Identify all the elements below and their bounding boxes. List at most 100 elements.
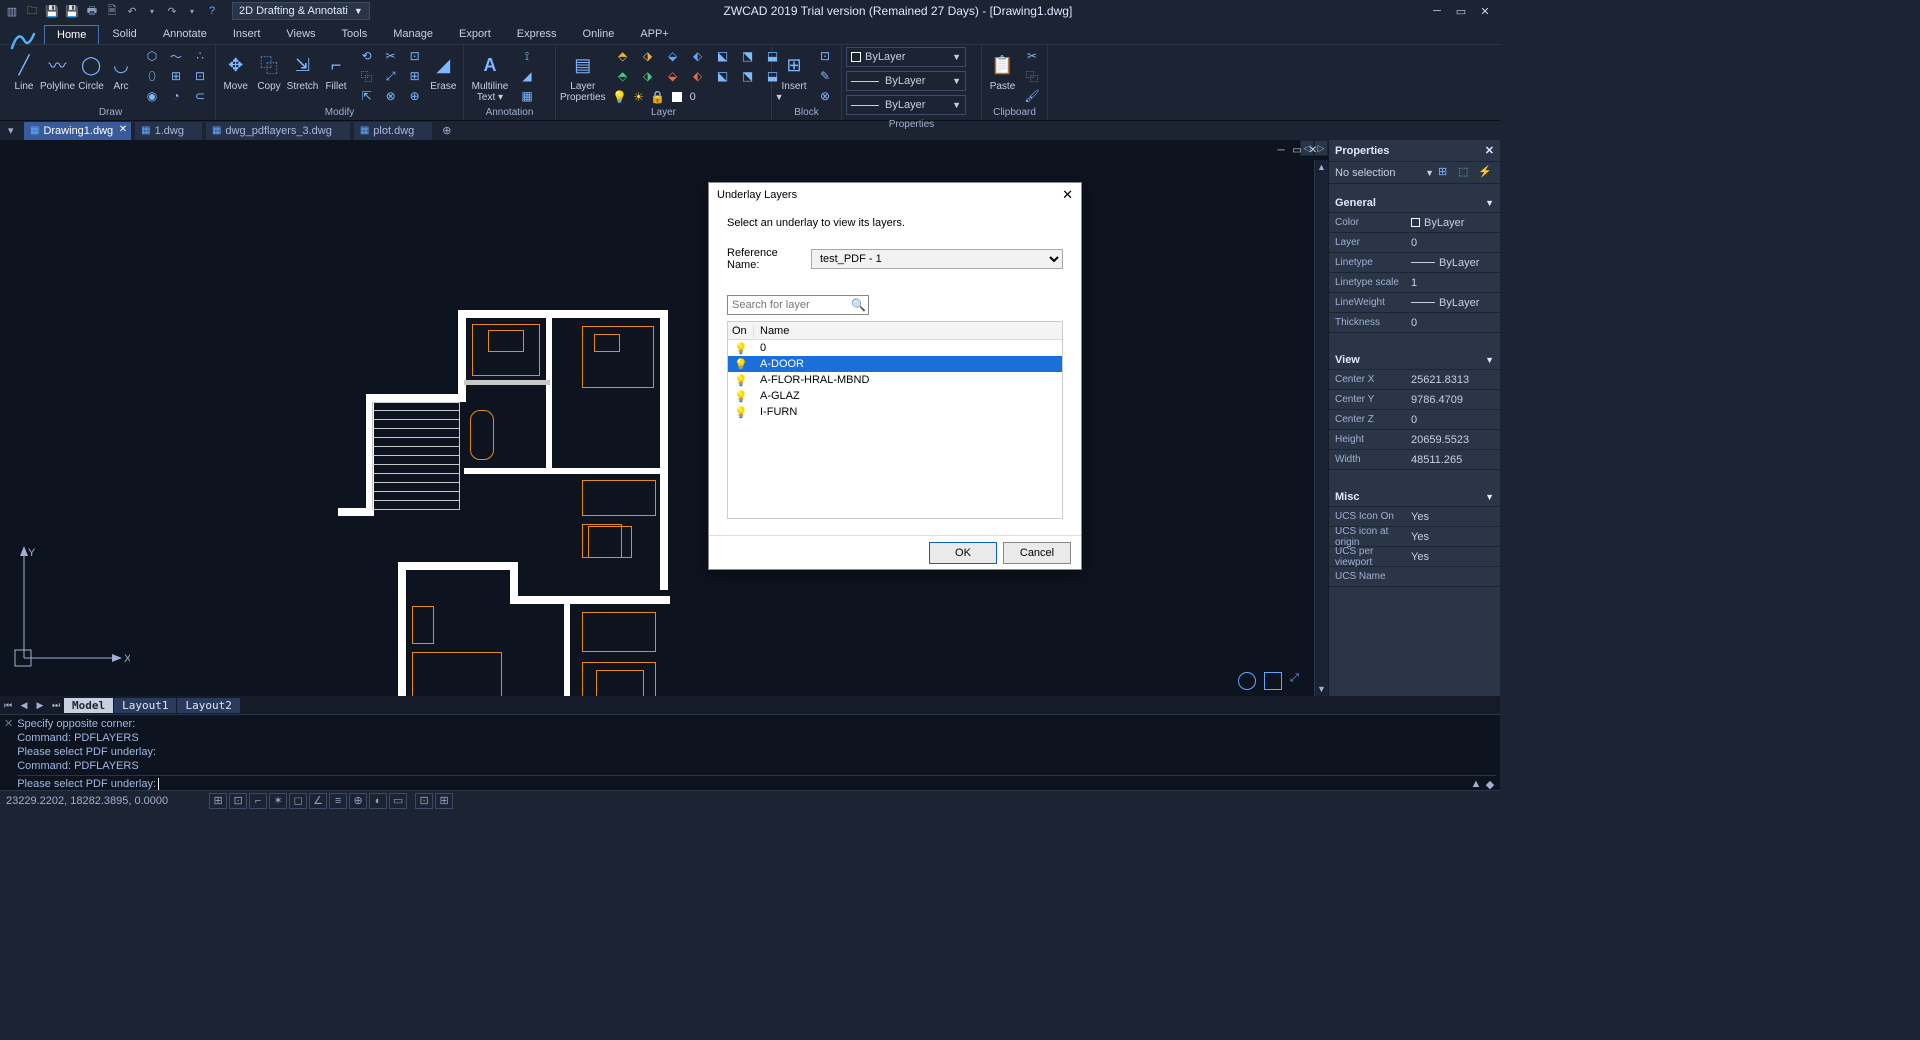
modify-small-2[interactable]: ✂ [380,47,402,65]
doc-tab[interactable]: ▦1.dwg [135,122,202,140]
status-lwt[interactable]: ≡ [329,793,347,809]
property-row[interactable]: UCS per viewportYes [1329,547,1500,567]
stretch-button[interactable]: ⇲Stretch [287,47,319,103]
layout-tab-layout1[interactable]: Layout1 [114,698,176,713]
tab-app+[interactable]: APP+ [627,24,681,44]
qat-saveas-icon[interactable]: 💾 [64,3,80,19]
layout-first[interactable]: ⏮ [0,697,16,713]
dialog-close[interactable]: ✕ [1062,187,1073,203]
tab-annotate[interactable]: Annotate [150,24,220,44]
status-ortho[interactable]: ⌐ [249,793,267,809]
anno-small-3[interactable]: ▦ [516,87,538,105]
qat-save-icon[interactable]: 💾 [44,3,60,19]
tab-express[interactable]: Express [504,24,570,44]
status-snap[interactable]: ⊡ [229,793,247,809]
draw-small-6[interactable]: ⊡ [189,67,211,85]
arc-button[interactable]: ◡Arc [107,47,135,103]
lightbulb-icon[interactable]: 💡 [728,390,754,403]
qat-undo-dd-icon[interactable]: ▾ [144,3,160,19]
tab-export[interactable]: Export [446,24,504,44]
draw-small-8[interactable]: ◔ [165,87,187,105]
qat-undo-icon[interactable]: ↶ [124,3,140,19]
color-combo[interactable]: ByLayer▼ [846,47,966,67]
qat-preview-icon[interactable]: 🗎 [104,3,120,19]
mtext-button[interactable]: AMultilineText ▾ [468,47,512,103]
draw-small-5[interactable]: ⊞ [165,67,187,85]
anno-small-2[interactable]: ◢ [516,67,538,85]
modify-small-5[interactable]: ⤢ [380,67,402,85]
layer-list[interactable]: OnName 💡0💡A-DOOR💡A-FLOR-HRAL-MBND💡A-GLAZ… [727,321,1063,519]
minimize-button[interactable]: ─ [1426,2,1448,20]
layer-s13[interactable]: ⬔ [737,67,759,85]
linetype-combo[interactable]: ByLayer▼ [846,71,966,91]
qat-redo-icon[interactable]: ↷ [164,3,180,19]
insert-button[interactable]: ⊞Insert [776,47,812,103]
lineweight-combo[interactable]: ByLayer▼ [846,95,966,115]
draw-small-9[interactable]: ⊂ [189,87,211,105]
workspace-dropdown[interactable]: 2D Drafting & Annotati ▼ [232,2,370,20]
qat-new-icon[interactable]: ▥ [4,3,20,19]
modify-small-8[interactable]: ⊗ [380,87,402,105]
doc-tab[interactable]: ▦plot.dwg [354,122,432,140]
draw-small-7[interactable]: ◉ [141,87,163,105]
modify-small-4[interactable]: ⿻ [356,67,378,85]
property-row[interactable]: LineWeightByLayer [1329,293,1500,313]
tab-insert[interactable]: Insert [220,24,274,44]
doc-tab[interactable]: ▦Drawing1.dwg✕ [24,122,131,140]
block-s2[interactable]: ✎ [814,67,836,85]
lightbulb-icon[interactable]: 💡 [728,374,754,387]
layer-s10[interactable]: ⬙ [662,67,684,85]
app-logo[interactable] [4,22,40,58]
layer-s3[interactable]: ⬙ [662,47,684,65]
layer-s8[interactable]: ⬘ [612,67,634,85]
block-s1[interactable]: ⊡ [814,47,836,65]
layer-s1[interactable]: ⬘ [612,47,634,65]
qat-plot-icon[interactable]: 🖶 [84,3,100,19]
layout-prev[interactable]: ◀ [16,697,32,713]
search-icon[interactable]: 🔍 [851,298,866,312]
command-window[interactable]: ✕ Specify opposite corner:Command: PDFLA… [0,714,1500,790]
navigation-controls[interactable]: ⤢ [1238,672,1308,690]
property-row[interactable]: Height20659.5523 [1329,430,1500,450]
circle-button[interactable]: ◯Circle [77,47,105,103]
doc-restore[interactable]: ▭ [1290,144,1304,156]
layer-search-input[interactable] [727,295,869,315]
property-row[interactable]: UCS icon at originYes [1329,527,1500,547]
doc-minimize[interactable]: ─ [1274,144,1288,156]
property-row[interactable]: UCS Name [1329,567,1500,587]
status-cycle[interactable]: ◐ [369,793,387,809]
tab-tools[interactable]: Tools [329,24,381,44]
status-grid[interactable]: ⊞ [209,793,227,809]
status-dyn[interactable]: ⊕ [349,793,367,809]
maximize-button[interactable]: ▭ [1450,2,1472,20]
lightbulb-icon[interactable]: 💡 [728,342,754,355]
new-doc-tab[interactable]: ⊕ [442,124,462,137]
col-name[interactable]: Name [754,325,789,337]
cut-icon[interactable]: ✂ [1021,47,1043,65]
cancel-button[interactable]: Cancel [1003,542,1071,564]
cmd-handle-icon[interactable]: ◆ [1484,778,1496,790]
layer-s9[interactable]: ⬗ [637,67,659,85]
layout-tab-layout2[interactable]: Layout2 [177,698,239,713]
layer-row[interactable]: 💡A-FLOR-HRAL-MBND [728,372,1062,388]
select-objects-icon[interactable]: ⬚ [1458,165,1474,181]
tab-views[interactable]: Views [273,24,328,44]
property-row[interactable]: Linetype scale1 [1329,273,1500,293]
status-otrack[interactable]: ∠ [309,793,327,809]
close-icon[interactable]: ✕ [119,124,127,135]
modify-small-7[interactable]: ⇱ [356,87,378,105]
property-row[interactable]: UCS Icon OnYes [1329,507,1500,527]
modify-small-1[interactable]: ⟲ [356,47,378,65]
layer-s12[interactable]: ⬕ [712,67,734,85]
qat-open-icon[interactable]: 🗀 [24,3,40,19]
modify-small-9[interactable]: ⊕ [404,87,426,105]
doc-close[interactable]: ✕ [1306,144,1320,156]
layer-row[interactable]: 💡I-FURN [728,404,1062,420]
cmd-up-icon[interactable]: ▲ [1470,778,1482,790]
lightbulb-icon[interactable]: 💡 [728,358,754,371]
tab-home[interactable]: Home [44,25,99,44]
tab-online[interactable]: Online [570,24,628,44]
draw-small-1[interactable]: ⬡ [141,47,163,65]
doc-tabs-menu[interactable]: ▾ [8,124,20,137]
status-osnap[interactable]: ◻ [289,793,307,809]
